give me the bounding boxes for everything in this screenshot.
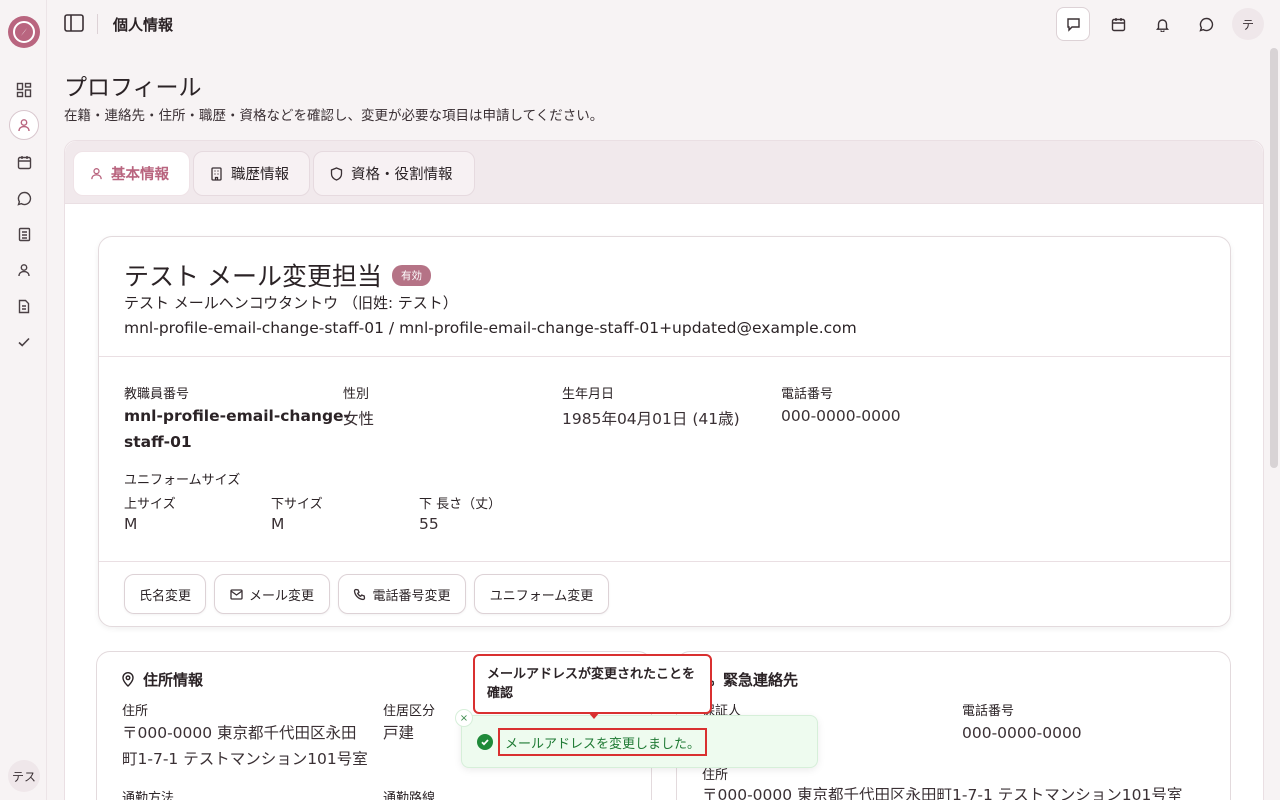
message-icon[interactable] [1190, 8, 1222, 40]
emergency-phone-label: 電話番号 [962, 704, 1015, 719]
success-check-icon [477, 734, 493, 750]
mail-icon [230, 588, 243, 600]
staff-number-line1: mnl-profile-email-change- [124, 407, 351, 425]
header-title: 個人情報 [113, 16, 174, 34]
staff-number-label: 教職員番号 [124, 387, 190, 402]
bell-icon[interactable] [1146, 8, 1178, 40]
emergency-address-value: 〒000-0000 東京都千代田区永田町1-7-1 テストマンション101号室 [702, 786, 1183, 800]
left-rail: テス [0, 0, 47, 800]
uniform-bottom-label: 下サイズ [271, 497, 323, 512]
book-icon[interactable] [10, 220, 38, 248]
divider [99, 561, 1230, 562]
uniform-bottom-value: M [271, 515, 285, 533]
gender-label: 性別 [343, 387, 370, 402]
profile-name-row: テスト メール変更担当 有効 [124, 257, 431, 293]
profile-nav-icon[interactable] [9, 110, 39, 140]
phone-label: 電話番号 [781, 387, 834, 402]
email-change-button[interactable]: メール変更 [214, 574, 330, 614]
sidebar-toggle-icon[interactable] [63, 12, 85, 34]
user-icon[interactable] [10, 256, 38, 284]
name-change-button[interactable]: 氏名変更 [124, 574, 206, 614]
success-toast: × メールアドレスを変更しました。 [455, 709, 818, 768]
gender-value: 女性 [343, 410, 375, 428]
header-divider [97, 14, 98, 34]
tab-label: 基本情報 [111, 167, 169, 183]
profile-card: テスト メール変更担当 有効 テスト メールヘンコウタントウ （旧姓: テスト）… [98, 236, 1231, 627]
map-pin-icon [122, 672, 134, 687]
status-badge: 有効 [391, 264, 431, 286]
phone-icon [354, 588, 366, 600]
birthdate-label: 生年月日 [562, 387, 615, 402]
page-scrollbar[interactable] [1270, 48, 1278, 468]
toast-message: メールアドレスを変更しました。 [498, 728, 708, 756]
uniform-length-label: 下 長さ（丈） [419, 497, 502, 512]
building-icon [211, 166, 222, 181]
callout-pointer [588, 712, 600, 719]
button-label: メール変更 [248, 588, 314, 604]
tab-basic-info[interactable]: 基本情報 [73, 151, 190, 196]
app-logo-icon[interactable] [8, 16, 40, 48]
toast-close-button[interactable]: × [455, 709, 473, 727]
calendar-icon[interactable] [10, 148, 38, 176]
header-avatar[interactable]: テ [1232, 8, 1264, 40]
emergency-card-title: 緊急連絡先 [701, 669, 798, 690]
divider [99, 356, 1230, 357]
calendar-header-icon[interactable] [1102, 8, 1134, 40]
page-title: プロフィール [64, 75, 202, 101]
page-description: 在籍・連絡先・住所・職歴・資格などを確認し、変更が必要な項目は申請してください。 [64, 108, 604, 124]
feedback-button[interactable] [1056, 7, 1090, 41]
address-card-title: 住所情報 [121, 669, 203, 690]
tab-label: 資格・役割情報 [351, 167, 453, 183]
address-line2: 町1-7-1 テストマンション101号室 [122, 750, 368, 768]
emergency-phone-value: 000-0000-0000 [962, 724, 1082, 742]
staff-number-line2: staff-01 [124, 433, 192, 451]
chat-icon[interactable] [10, 184, 38, 212]
address-line1: 〒000-0000 東京都千代田区永田 [122, 724, 357, 742]
profile-name: テスト メール変更担当 [124, 262, 382, 291]
shield-icon [330, 166, 343, 181]
uniform-top-value: M [124, 515, 138, 533]
tab-career-info[interactable]: 職歴情報 [193, 151, 310, 196]
button-label: 電話番号変更 [372, 588, 451, 604]
uniform-top-label: 上サイズ [124, 497, 176, 512]
check-icon[interactable] [10, 328, 38, 356]
residence-value: 戸建 [383, 724, 415, 742]
dashboard-icon[interactable] [10, 76, 38, 104]
address-label: 住所 [122, 704, 149, 719]
profile-email: mnl-profile-email-change-staff-01 / mnl-… [124, 319, 857, 337]
route-label: 通勤路線 [383, 791, 436, 800]
residence-label: 住居区分 [383, 704, 436, 719]
phone-value: 000-0000-0000 [781, 407, 901, 425]
tab-bar: 基本情報 職歴情報 資格・役割情報 [65, 141, 1263, 204]
button-label: 氏名変更 [138, 588, 191, 604]
profile-kana: テスト メールヘンコウタントウ （旧姓: テスト） [124, 294, 458, 312]
top-header: 個人情報 テ [47, 0, 1280, 48]
uniform-size-label: ユニフォームサイズ [124, 473, 241, 488]
annotation-callout: メールアドレスが変更されたことを確認 [473, 654, 712, 714]
button-label: ユニフォーム変更 [489, 588, 594, 604]
tab-label: 職歴情報 [231, 167, 289, 183]
user-icon [91, 168, 102, 180]
uniform-length-value: 55 [419, 515, 439, 533]
commute-label: 通勤方法 [122, 791, 175, 800]
birthdate-value: 1985年04月01日 (41歳) [562, 410, 740, 428]
tab-qualification-info[interactable]: 資格・役割情報 [313, 151, 475, 196]
document-icon[interactable] [10, 292, 38, 320]
phone-change-button[interactable]: 電話番号変更 [338, 574, 466, 614]
uniform-change-button[interactable]: ユニフォーム変更 [474, 574, 609, 614]
user-avatar[interactable]: テス [8, 760, 40, 792]
